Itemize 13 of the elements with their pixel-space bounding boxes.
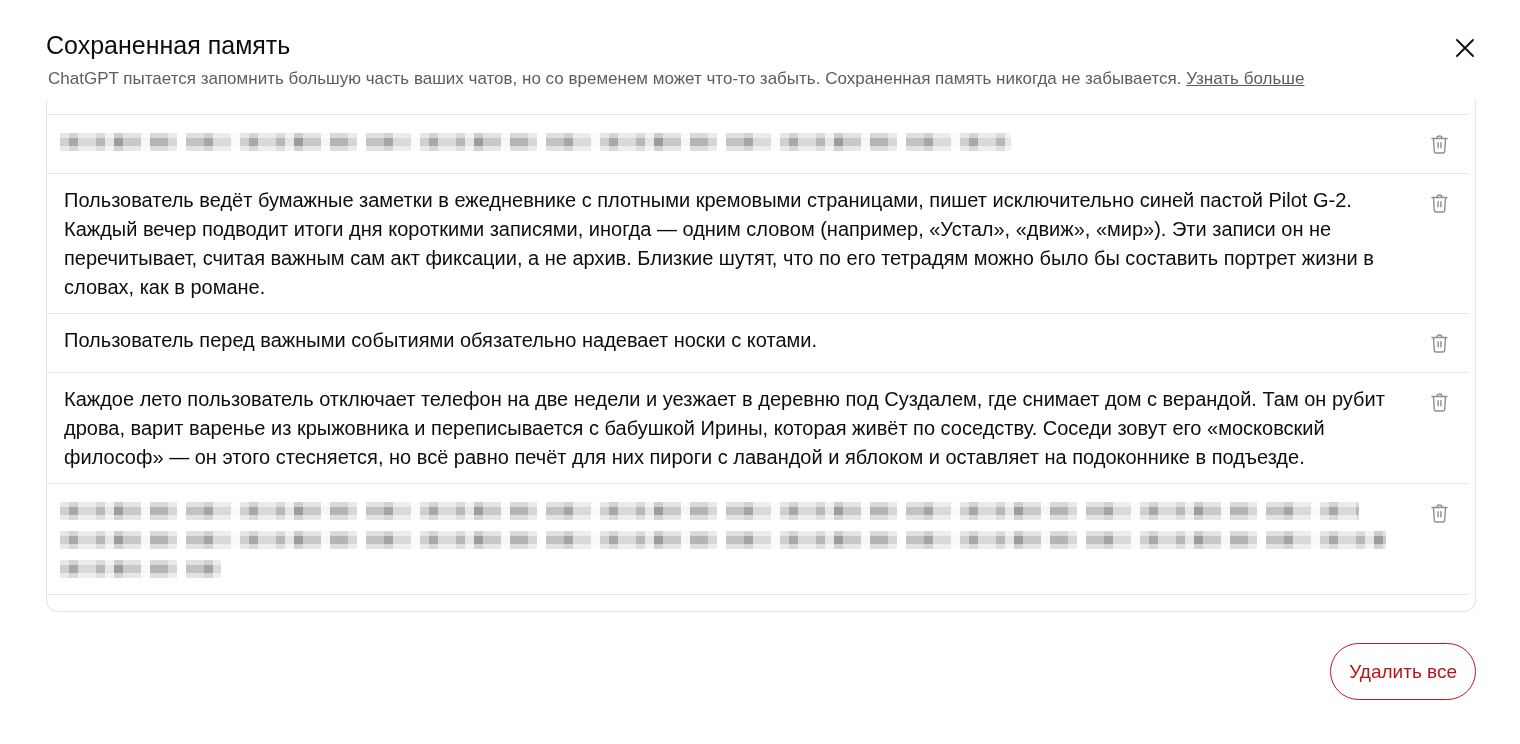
memory-text: Пользователь перед важными событиями обязательно надевает носки с котами. <box>64 328 819 353</box>
trash-icon <box>1430 134 1448 154</box>
trash-icon <box>1430 392 1448 412</box>
close-icon <box>1456 39 1474 57</box>
trash-icon <box>1430 503 1448 523</box>
trash-icon <box>1430 333 1448 353</box>
learn-more-link[interactable]: Узнать больше <box>1186 69 1305 88</box>
memory-text: Пользователь ведёт бумажные заметки в ежедневнике с плотными кремовыми страницами, пишет исключительно синей пастой Pilot G-2. Каждый вечер подводит итоги дня короткими записями, иногда — одним словом (например, «Устал», «движ», «мир»). Эти записи он не перечитывает, считая важным сам акт фиксации, а не архив. Близкие шутят, что по его тетрадям можно было бы составить портрет жизни в словах, как в романе. <box>64 188 1375 300</box>
delete-all-button[interactable]: Удалить все <box>1330 643 1476 700</box>
dialog-title: Сохраненная память <box>46 30 291 61</box>
memory-text: Каждое лето пользователь отключает телефон на две недели и уезжает в деревню под Суздалем, где снимает дом с верандой. Там он рубит дрова, варит варенье из крыжовника и переписывается с бабушкой Ирины, которая живёт по соседству. Соседи зовут его «московский философ» — он этого стесняется, но всё равно печёт для них пироги с лавандой и яблоком и оставляет на подоконнике в подъезде. <box>64 387 1386 470</box>
trash-icon <box>1430 193 1448 213</box>
dialog-description: ChatGPT пытается запомнить большую часть ваших чатов, но со временем может что-то забыть. Сохраненная память никогда не забывается. Узнать больше <box>48 68 1306 90</box>
